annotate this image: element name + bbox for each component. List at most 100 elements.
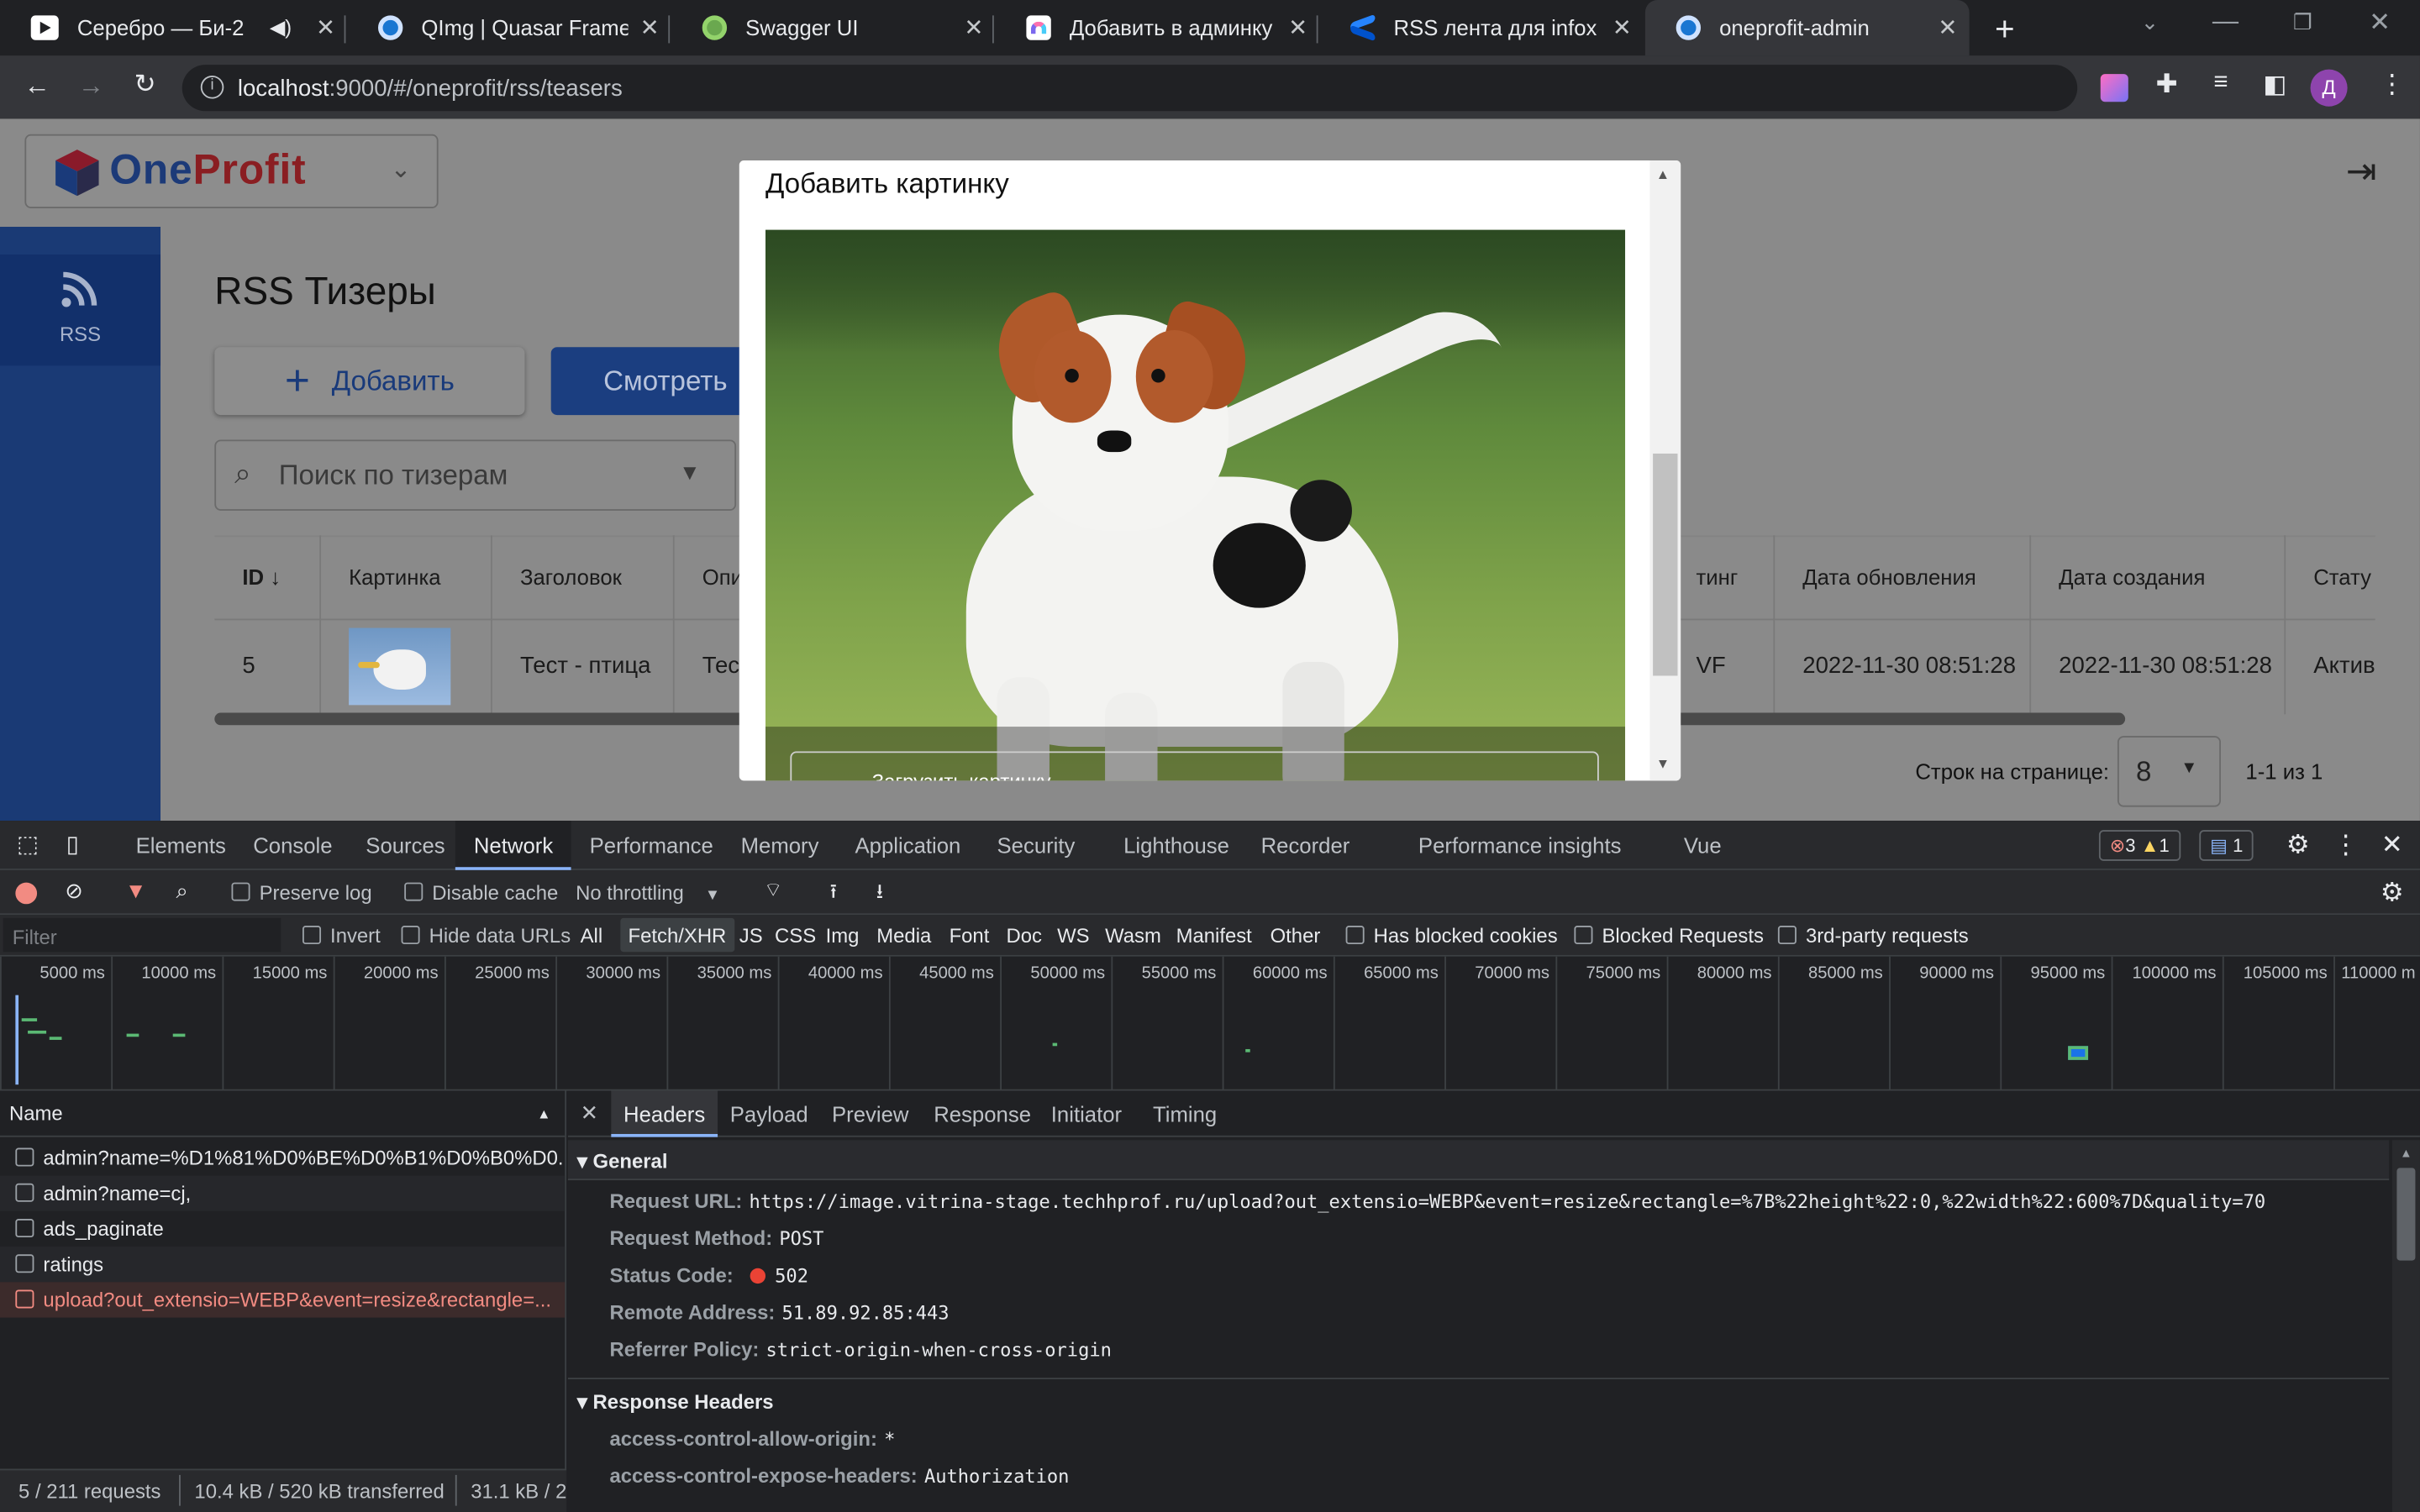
third-party-checkbox[interactable]: 3rd-party requests [1777,924,1969,948]
site-info-icon[interactable]: i [200,75,224,99]
request-row[interactable]: admin?name=%D1%81%D0%BE%D0%B1%D0%B0%D0..… [0,1140,565,1175]
close-devtools-icon[interactable]: ✕ [2374,830,2411,861]
detail-tab[interactable]: Preview [832,1101,908,1126]
minimize-icon[interactable]: — [2207,6,2244,37]
reload-icon[interactable]: ↻ [127,70,164,101]
scroll-down-icon[interactable]: ▼ [1656,756,1670,771]
column-header[interactable]: Стату [2284,535,2371,619]
type-filter[interactable]: Other [1270,924,1321,948]
settings-gear-icon[interactable]: ⚙ [2280,830,2317,861]
name-column-header[interactable]: Name ▲ [0,1091,566,1137]
request-row[interactable]: ads_paginate [0,1211,565,1247]
blocked-requests-checkbox[interactable]: Blocked Requests [1574,924,1764,948]
speaker-icon[interactable]: ◀︎) [270,15,292,39]
close-tab-icon[interactable]: ✕ [1276,14,1319,41]
devtools-tab[interactable]: Recorder [1261,821,1350,870]
detail-tab[interactable]: Initiator [1051,1101,1122,1126]
type-filter[interactable]: CSS [775,924,816,948]
type-filter[interactable]: Doc [1007,924,1042,948]
scrollbar-thumb[interactable] [1653,453,1678,676]
column-header[interactable]: Дата обновления [1773,535,1976,619]
devtools-tab[interactable]: Sources [366,821,445,870]
clear-icon[interactable]: ⊘ [55,878,92,904]
detail-tab[interactable]: Payload [730,1101,808,1126]
column-header[interactable]: Заголовок [491,535,622,619]
type-filter[interactable]: Wasm [1105,924,1161,948]
rows-per-page-select[interactable]: 8 ▼ [2117,736,2222,807]
inspect-element-icon[interactable]: ⬚ [9,830,46,858]
close-tab-icon[interactable]: ✕ [629,14,671,41]
detail-tab-headers[interactable]: Headers [611,1090,718,1137]
invert-checkbox[interactable]: Invert [302,924,381,948]
browser-tab[interactable]: Добавить в админку (on ✕ [996,0,1320,55]
devtools-tab[interactable]: Console [253,821,332,870]
general-section-header[interactable]: ▾ General [567,1140,2390,1181]
scroll-up-icon[interactable]: ▲ [1656,166,1670,181]
type-filter-fetch[interactable]: Fetch/XHR [620,917,734,953]
dropdown-arrow-icon[interactable]: ▼ [679,459,700,484]
devtools-tab[interactable]: Performance [590,821,713,870]
device-toolbar-icon[interactable]: ▯ [54,830,91,858]
profile-avatar[interactable]: Д [2310,69,2348,107]
type-filter[interactable]: Font [950,924,990,948]
extensions-puzzle-icon[interactable]: ✚ [2149,70,2186,101]
restore-icon[interactable]: ❐ [2284,9,2321,35]
devtools-tab[interactable]: Elements [136,821,226,870]
close-tab-icon[interactable]: ✕ [952,14,995,41]
disable-cache-checkbox[interactable]: Disable cache [404,881,558,904]
request-row[interactable]: ratings [0,1247,566,1283]
issues-counter[interactable]: ⊗3 ▲1 [2098,830,2181,861]
import-har-icon[interactable]: ⭱ [815,878,852,911]
devtools-tab[interactable]: Vue [1684,821,1722,870]
back-icon[interactable]: ← [18,71,55,102]
search-icon[interactable]: ⌕ [164,878,201,904]
type-filter[interactable]: WS [1057,924,1089,948]
new-tab-icon[interactable]: + [1986,9,2023,50]
address-bar[interactable]: i localhost:9000/#/oneprofit/rss/teasers [182,65,2078,112]
sidebar-item-rss[interactable]: RSS [0,255,161,366]
browser-tab[interactable]: RSS лента для infox rela ✕ [1319,0,1644,55]
network-conditions-icon[interactable]: ⌔ [755,878,792,902]
details-scrollbar[interactable]: ▲ [2391,1140,2420,1512]
detail-tab[interactable]: Timing [1153,1101,1217,1126]
add-button[interactable]: + Добавить [214,347,525,416]
throttling-select[interactable]: No throttling ▼ [576,881,720,905]
type-filter[interactable]: Manifest [1176,924,1252,948]
close-details-icon[interactable]: ✕ [581,1100,599,1126]
close-tab-icon[interactable]: ✕ [1926,14,1969,41]
browser-tab[interactable]: QImg | Quasar Framework ✕ [347,0,671,55]
media-control-icon[interactable]: ≡ [2202,70,2239,97]
browser-tab[interactable]: Серебро — Би-2 ◀︎) ✕ [0,0,347,55]
filter-icon[interactable]: ▼ [118,878,155,902]
request-row-error[interactable]: upload?out_extensio=WEBP&event=resize&re… [0,1282,566,1318]
brand-selector[interactable]: OneProfit ⌄ [24,134,439,208]
menu-kebab-icon[interactable]: ⋮ [2374,70,2411,101]
logout-icon[interactable]: ⇥ [2346,150,2377,194]
network-settings-icon[interactable]: ⚙ [2374,878,2411,909]
hide-data-urls-checkbox[interactable]: Hide data URLs [401,924,571,948]
browser-tab-active[interactable]: oneprofit-admin ✕ [1644,0,1970,56]
devtools-tab[interactable]: Security [997,821,1076,870]
search-input[interactable]: ⌕ Поиск по тизерам ▼ [214,439,737,511]
browser-tab[interactable]: Swagger UI ✕ [671,0,996,55]
type-filter-all[interactable]: All [581,924,603,948]
close-tab-icon[interactable]: ✕ [1601,14,1644,41]
column-header[interactable]: Опи [672,535,743,619]
devtools-tab[interactable]: Lighthouse [1123,821,1229,870]
close-window-icon[interactable]: ✕ [2361,8,2398,39]
type-filter[interactable]: Img [826,924,860,948]
response-headers-section-header[interactable]: ▾ Response Headers [568,1381,2389,1421]
detail-tab[interactable]: Response [934,1101,1031,1126]
type-filter[interactable]: Media [876,924,931,948]
scrollbar-thumb[interactable] [2396,1168,2416,1261]
column-header-id[interactable]: ID ↓ [214,535,281,618]
devtools-tab[interactable]: Application [855,821,961,870]
side-panel-icon[interactable]: ◧ [2256,70,2293,101]
record-icon[interactable] [15,882,38,905]
upload-image-button[interactable]: Загрузить картинку [790,751,1599,781]
dialog-scrollbar[interactable]: ▲ ▼ [1649,160,1681,781]
preserve-log-checkbox[interactable]: Preserve log [231,881,372,904]
export-har-icon[interactable]: ⭳ [861,878,898,911]
forward-icon[interactable]: → [72,71,109,102]
close-tab-icon[interactable]: ✕ [304,14,347,41]
